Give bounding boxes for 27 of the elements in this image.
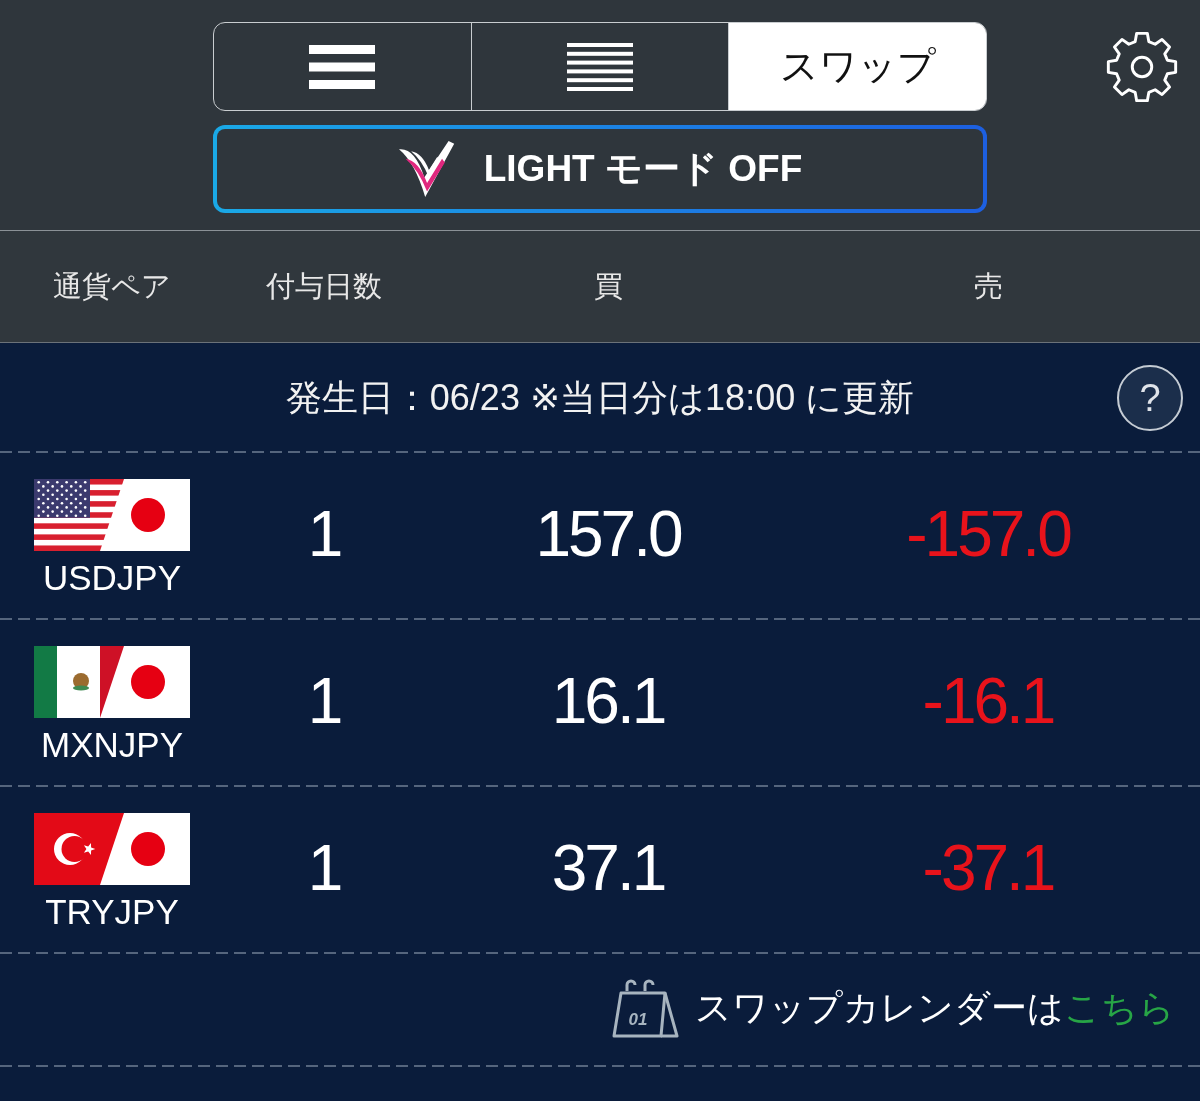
currency-pair-label: MXNJPY: [41, 727, 183, 762]
days-value: 1: [307, 830, 341, 905]
buy-swap-value: 16.1: [551, 663, 665, 738]
column-header: 売: [973, 268, 1003, 304]
swap-calendar-text: スワップカレンダーは こちら: [695, 986, 1175, 1030]
sell-swap-value: -37.1: [922, 830, 1054, 905]
sell-swap-value: -16.1: [922, 663, 1054, 738]
days-value: 1: [307, 496, 341, 571]
us-japan-flag-icon: [34, 479, 190, 551]
column-header: 買: [593, 268, 623, 304]
column-header: 付与日数: [266, 268, 382, 304]
view-tab[interactable]: スワップ: [728, 23, 986, 110]
thick-lines-icon: [309, 44, 376, 89]
column-header: 通貨ペア: [53, 268, 171, 304]
currency-pair-label: TRYJPY: [45, 894, 179, 929]
currency-pair-label: USDJPY: [42, 560, 182, 595]
days-value: 1: [307, 663, 341, 738]
help-button[interactable]: ?: [1117, 365, 1183, 431]
mexico-japan-flag-icon: [34, 646, 190, 718]
buy-swap-value: 37.1: [551, 830, 665, 905]
buy-swap-value: 157.0: [535, 496, 681, 571]
swap-date-notice: 発生日：06/23 ※当日分は18:00 に更新: [285, 375, 915, 420]
turkey-japan-flag-icon: [34, 813, 190, 885]
thin-lines-icon: [567, 42, 633, 91]
settings-icon[interactable]: [1105, 29, 1179, 104]
sell-swap-value: -157.0: [906, 496, 1070, 571]
here-link[interactable]: こちら: [1064, 987, 1175, 1028]
